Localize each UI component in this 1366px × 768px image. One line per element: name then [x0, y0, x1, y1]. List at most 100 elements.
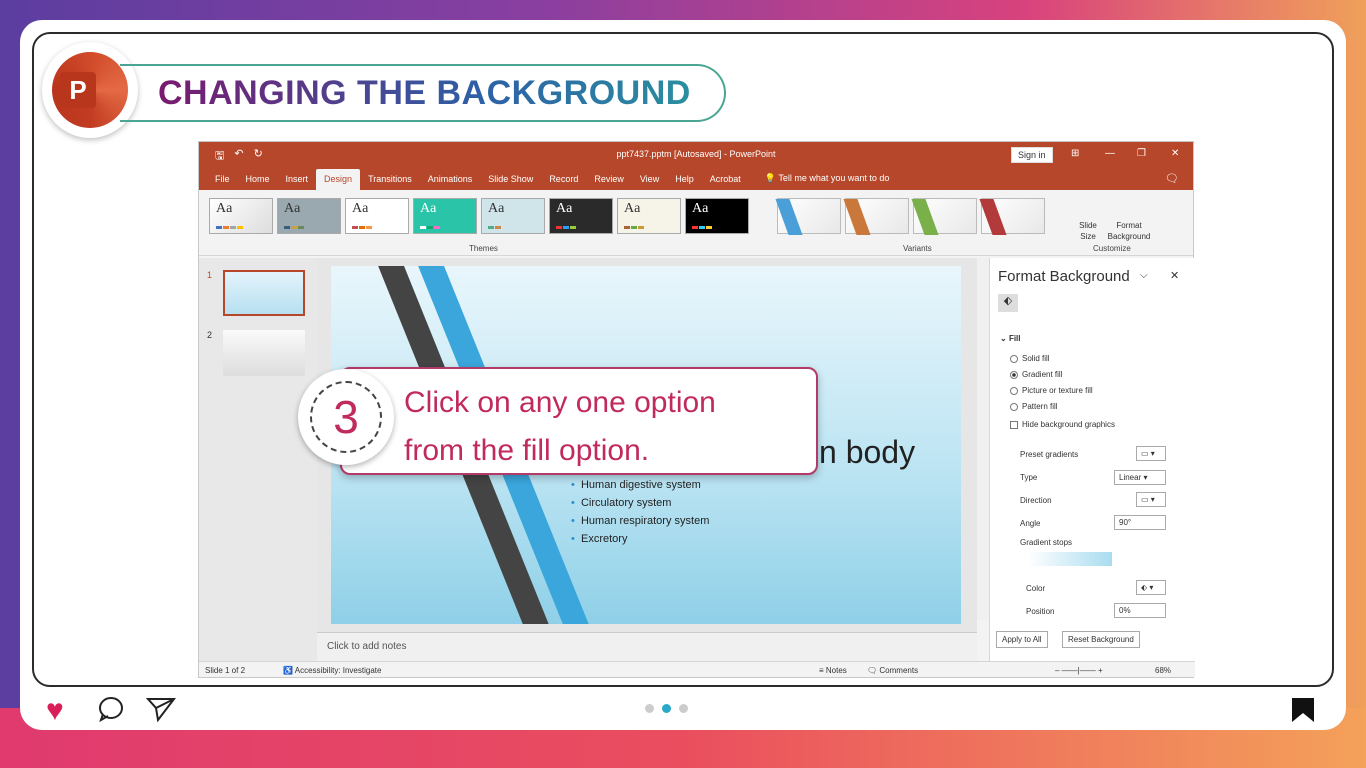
- tab-record[interactable]: Record: [541, 174, 586, 190]
- format-background-button[interactable]: Format Background: [1103, 220, 1155, 242]
- theme-thumbnail[interactable]: Aa: [685, 198, 749, 234]
- type-label: Type: [1020, 473, 1038, 482]
- ribbon-tabs: File Home Insert Design Transitions Anim…: [199, 166, 1193, 190]
- theme-thumbnail[interactable]: Aa: [617, 198, 681, 234]
- slide-bullets: • Human digestive system • Circulatory s…: [571, 476, 709, 548]
- instruction-callout: Click on any one option from the fill op…: [340, 367, 818, 475]
- tab-file[interactable]: File: [207, 174, 238, 190]
- theme-thumbnail[interactable]: Aa: [549, 198, 613, 234]
- maximize-icon[interactable]: ❐: [1137, 148, 1146, 159]
- step-number: 3: [310, 381, 382, 453]
- design-ribbon: Aa Aa Aa Aa Aa Aa Aa Aa Themes Variants …: [199, 190, 1193, 256]
- carousel-dot[interactable]: [662, 704, 671, 713]
- reset-background-button[interactable]: Reset Background: [1062, 631, 1140, 648]
- preset-gradients-label: Preset gradients: [1020, 450, 1079, 459]
- close-icon[interactable]: ✕: [1171, 148, 1179, 159]
- theme-thumbnail[interactable]: Aa: [209, 198, 273, 234]
- hide-graphics-checkbox[interactable]: Hide background graphics: [1010, 420, 1115, 429]
- variant-thumbnail[interactable]: [911, 198, 977, 235]
- tab-insert[interactable]: Insert: [278, 174, 317, 190]
- comment-icon[interactable]: [98, 696, 126, 722]
- tab-transitions[interactable]: Transitions: [360, 174, 420, 190]
- zoom-slider[interactable]: – ——|—— +: [1055, 666, 1103, 675]
- heart-icon[interactable]: ♥: [46, 694, 64, 728]
- customize-group-label: Customize: [1093, 244, 1131, 253]
- solid-fill-option[interactable]: Solid fill: [1010, 354, 1050, 363]
- step-badge: 3: [298, 369, 394, 465]
- gradient-stops-label: Gradient stops: [1020, 538, 1073, 547]
- slide-size-button[interactable]: Slide Size: [1073, 220, 1103, 242]
- gradient-stops-bar[interactable]: [1028, 552, 1112, 566]
- slide-thumbnails-pane: 1 2: [199, 258, 317, 662]
- notes-button[interactable]: ≡ Notes: [819, 666, 847, 675]
- picture-fill-option[interactable]: Picture or texture fill: [1010, 386, 1093, 395]
- gradient-fill-option[interactable]: Gradient fill: [1010, 370, 1062, 379]
- accessibility-status[interactable]: ♿ Accessibility: Investigate: [283, 666, 381, 675]
- direction-dropdown[interactable]: ▭ ▾: [1136, 492, 1166, 507]
- color-picker[interactable]: ⬖ ▾: [1136, 580, 1166, 595]
- bullet-item: • Excretory: [571, 533, 628, 545]
- apply-to-all-button[interactable]: Apply to All: [996, 631, 1048, 648]
- fill-section-header[interactable]: ⌄ Fill: [1000, 334, 1021, 343]
- slide-thumbnail-2[interactable]: [223, 330, 305, 376]
- theme-thumbnail[interactable]: Aa: [345, 198, 409, 234]
- carousel-dots: [645, 704, 688, 713]
- page-title: CHANGING THE BACKGROUND: [158, 73, 691, 112]
- tab-help[interactable]: Help: [667, 174, 702, 190]
- slide-count: Slide 1 of 2: [205, 666, 246, 675]
- theme-thumbnail[interactable]: Aa: [413, 198, 477, 234]
- variants-group-label: Variants: [903, 244, 932, 253]
- title-banner: CHANGING THE BACKGROUND: [120, 64, 726, 122]
- tab-design[interactable]: Design: [316, 169, 361, 190]
- position-input[interactable]: 0%: [1114, 603, 1166, 618]
- preset-gradients-dropdown[interactable]: ▭ ▾: [1136, 446, 1166, 461]
- variant-thumbnail[interactable]: [979, 198, 1045, 235]
- themes-group-label: Themes: [469, 244, 498, 253]
- format-background-pane: Format Background ⌵ ✕ ⬖ ⌄ Fill Solid fil…: [989, 258, 1195, 662]
- tab-home[interactable]: Home: [238, 174, 278, 190]
- slide-scrollbar[interactable]: [977, 258, 989, 620]
- carousel-dot[interactable]: [645, 704, 654, 713]
- notes-field[interactable]: Click to add notes: [317, 632, 977, 662]
- slide-thumbnail-1[interactable]: [223, 270, 305, 316]
- callout-line-2: from the fill option.: [404, 434, 650, 467]
- fill-line-icon[interactable]: ⬖: [998, 294, 1018, 312]
- format-background-title: Format Background: [998, 268, 1130, 285]
- tab-acrobat[interactable]: Acrobat: [702, 174, 749, 190]
- send-icon[interactable]: [146, 696, 176, 722]
- angle-label: Angle: [1020, 519, 1041, 528]
- pattern-fill-option[interactable]: Pattern fill: [1010, 402, 1058, 411]
- slide-title: n body: [819, 434, 916, 470]
- comments-button[interactable]: 🗨 Comments: [867, 666, 918, 675]
- direction-label: Direction: [1020, 496, 1052, 505]
- close-icon[interactable]: ✕: [1170, 269, 1179, 282]
- title-bar: 🖫 ↶ ↻ ppt7437.pptm [Autosaved] - PowerPo…: [199, 142, 1193, 166]
- callout-line-1: Click on any one option: [404, 386, 716, 419]
- minimize-icon[interactable]: —: [1105, 148, 1115, 159]
- variant-thumbnail[interactable]: [843, 198, 909, 235]
- tab-slide-show[interactable]: Slide Show: [480, 174, 541, 190]
- type-dropdown[interactable]: Linear ▾: [1114, 470, 1166, 485]
- bookmark-icon[interactable]: [1290, 696, 1316, 724]
- tab-review[interactable]: Review: [586, 174, 632, 190]
- position-label: Position: [1026, 607, 1055, 616]
- bullet-item: • Human digestive system: [571, 479, 701, 491]
- tell-me-search[interactable]: 💡 Tell me what you want to do: [765, 173, 890, 190]
- bullet-item: • Circulatory system: [571, 497, 672, 509]
- theme-thumbnail[interactable]: Aa: [481, 198, 545, 234]
- color-label: Color: [1026, 584, 1046, 593]
- tab-view[interactable]: View: [632, 174, 667, 190]
- bullet-item: • Human respiratory system: [571, 515, 710, 527]
- lightbulb-icon: 💡: [764, 173, 776, 183]
- comments-icon[interactable]: 🗨: [1165, 172, 1179, 185]
- variant-thumbnail[interactable]: [775, 198, 841, 235]
- chevron-down-icon[interactable]: ⌵: [1140, 270, 1148, 281]
- theme-thumbnail[interactable]: Aa: [277, 198, 341, 234]
- status-bar: Slide 1 of 2 ♿ Accessibility: Investigat…: [199, 661, 1195, 677]
- carousel-dot[interactable]: [679, 704, 688, 713]
- zoom-level[interactable]: 68%: [1155, 666, 1171, 675]
- angle-input[interactable]: 90°: [1114, 515, 1166, 530]
- tab-animations[interactable]: Animations: [420, 174, 481, 190]
- sign-in-button[interactable]: Sign in: [1011, 147, 1053, 163]
- ribbon-display-icon[interactable]: ⊞: [1071, 148, 1079, 159]
